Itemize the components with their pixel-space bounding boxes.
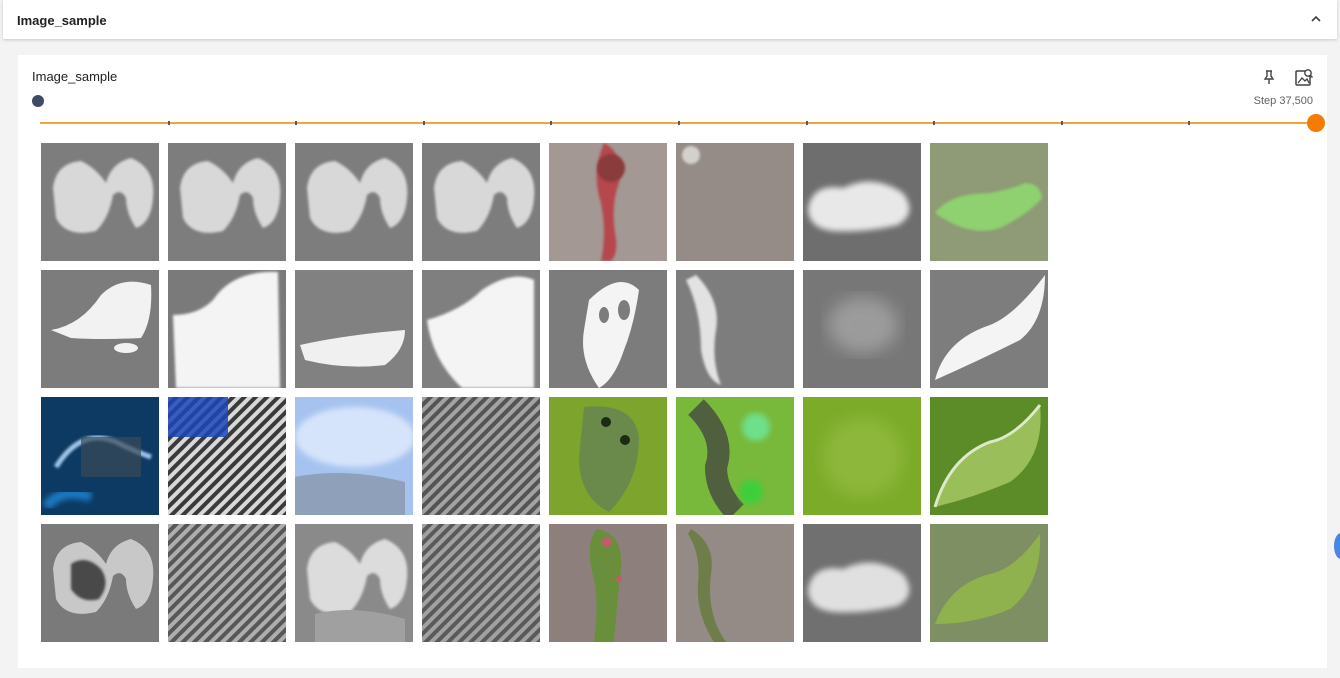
image-thumbnail[interactable] (295, 270, 413, 388)
image-thumbnail[interactable] (930, 143, 1048, 261)
sample-image (676, 270, 794, 388)
slider-tick (422, 121, 425, 125)
image-thumbnail[interactable] (168, 397, 286, 515)
sample-image (676, 143, 794, 261)
image-thumbnail[interactable] (295, 397, 413, 515)
slider-tick (295, 121, 298, 125)
image-thumbnail[interactable] (549, 524, 667, 642)
image-card: Image_sample Step 37,500 (18, 55, 1327, 668)
sample-image (549, 143, 667, 261)
card-title: Image_sample (32, 69, 118, 84)
slider-tick (678, 121, 680, 125)
image-thumbnail[interactable] (803, 270, 921, 388)
sample-image (549, 524, 667, 642)
image-thumbnail[interactable] (549, 143, 667, 261)
sample-image (803, 270, 921, 388)
image-thumbnail[interactable] (422, 397, 540, 515)
sample-image (422, 397, 540, 515)
image-thumbnail[interactable] (168, 524, 286, 642)
image-thumbnail[interactable] (41, 270, 159, 388)
slider-tick (550, 121, 553, 125)
sample-image (168, 397, 286, 515)
image-thumbnail[interactable] (803, 397, 921, 515)
slider-tick (805, 121, 808, 125)
image-thumbnail[interactable] (422, 143, 540, 261)
section-header: Image_sample (3, 0, 1337, 39)
sample-image (930, 270, 1048, 388)
sample-image (168, 143, 286, 261)
slider-thumb[interactable] (1307, 114, 1325, 132)
sample-image (549, 397, 667, 515)
slider-tick (933, 121, 936, 125)
sample-image (803, 524, 921, 642)
chevron-up-icon[interactable] (1309, 12, 1323, 26)
image-thumbnail[interactable] (930, 524, 1048, 642)
sample-image (168, 270, 286, 388)
slider-tick (1060, 121, 1063, 125)
sample-image (422, 270, 540, 388)
sample-image (422, 524, 540, 642)
sample-image (295, 524, 413, 642)
pin-icon[interactable] (1261, 69, 1277, 85)
sample-image (295, 143, 413, 261)
sample-image (168, 524, 286, 642)
image-thumbnail[interactable] (41, 143, 159, 261)
image-thumbnail[interactable] (676, 270, 794, 388)
image-thumbnail[interactable] (41, 524, 159, 642)
step-slider[interactable] (40, 113, 1325, 133)
run-color-dot (32, 95, 44, 107)
image-thumbnail[interactable] (930, 270, 1048, 388)
sample-image (676, 524, 794, 642)
floating-button[interactable] (1334, 533, 1340, 559)
image-thumbnail[interactable] (422, 270, 540, 388)
section-title: Image_sample (17, 13, 107, 28)
sample-image (803, 143, 921, 261)
image-thumbnail[interactable] (41, 397, 159, 515)
image-thumbnail[interactable] (168, 270, 286, 388)
sample-image (295, 270, 413, 388)
sample-image (295, 397, 413, 515)
image-thumbnail[interactable] (930, 397, 1048, 515)
slider-tick (1188, 121, 1191, 125)
step-label: Step 37,500 (1253, 95, 1313, 107)
sample-image (41, 397, 159, 515)
sample-image (930, 397, 1048, 515)
fit-to-screen-icon[interactable] (1294, 67, 1314, 87)
sample-image (676, 397, 794, 515)
image-thumbnail[interactable] (168, 143, 286, 261)
sample-image (549, 270, 667, 388)
sample-image (41, 143, 159, 261)
image-thumbnail[interactable] (295, 524, 413, 642)
slider-tick (167, 121, 170, 125)
image-thumbnail[interactable] (676, 143, 794, 261)
image-thumbnail[interactable] (295, 143, 413, 261)
sample-image (422, 143, 540, 261)
image-grid (41, 143, 1048, 642)
sample-image (930, 143, 1048, 261)
sample-image (930, 524, 1048, 642)
image-thumbnail[interactable] (803, 143, 921, 261)
sample-image (41, 524, 159, 642)
image-thumbnail[interactable] (676, 524, 794, 642)
image-thumbnail[interactable] (549, 270, 667, 388)
image-thumbnail[interactable] (676, 397, 794, 515)
sample-image (41, 270, 159, 388)
sample-image (803, 397, 921, 515)
image-thumbnail[interactable] (803, 524, 921, 642)
image-thumbnail[interactable] (549, 397, 667, 515)
image-thumbnail[interactable] (422, 524, 540, 642)
